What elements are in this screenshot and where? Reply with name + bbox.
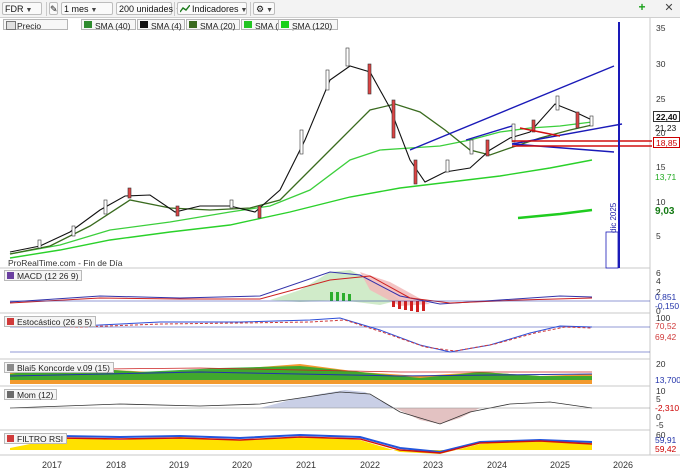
panel-name: Mom (12) bbox=[17, 390, 54, 400]
panel-label-koncorde[interactable]: Blai5 Koncorde v.09 (15) bbox=[4, 362, 114, 373]
time-axis-tick: 2025 bbox=[550, 460, 571, 470]
panel-label-momentum[interactable]: Mom (12) bbox=[4, 389, 58, 400]
time-axis-tick: 2020 bbox=[232, 460, 253, 470]
macd-signal-tag: -0,150 bbox=[655, 301, 680, 311]
support-price-tag: 18,85 bbox=[653, 137, 680, 148]
time-axis-tick: 2024 bbox=[487, 460, 508, 470]
indicator-swatch-icon bbox=[7, 435, 14, 442]
time-axis-tick: 2026 bbox=[613, 460, 634, 470]
momentum-value-tag: -2,310 bbox=[655, 403, 680, 413]
price-axis-tick: 25 bbox=[656, 94, 666, 104]
chart-canvas bbox=[0, 18, 680, 456]
last-price-tag: 22,40 bbox=[653, 111, 680, 122]
price-axis-tick: 30 bbox=[656, 59, 666, 69]
panel-name: FILTRO RSI bbox=[17, 434, 64, 444]
indicator-swatch-icon bbox=[7, 364, 14, 371]
price-axis-tick: 35 bbox=[656, 23, 666, 33]
panel-label-macd[interactable]: MACD (12 26 9) bbox=[4, 270, 83, 281]
panel-name: Estocástico (26 8 5) bbox=[17, 317, 93, 327]
stochastic-k-tag: 70,52 bbox=[655, 321, 677, 331]
price-axis-tick: 15 bbox=[656, 162, 666, 172]
panel-name: Blai5 Koncorde v.09 (15) bbox=[17, 363, 110, 373]
sma120-price-tag: 9,03 bbox=[655, 206, 675, 217]
indicator-swatch-icon bbox=[7, 391, 14, 398]
panel-name: MACD (12 26 9) bbox=[17, 271, 79, 281]
data-source-label: ProRealTime.com - Fin de Día bbox=[8, 258, 123, 268]
macd-axis-tick: 4 bbox=[656, 276, 661, 286]
rsi-signal-tag: 59,42 bbox=[655, 444, 677, 454]
stochastic-d-tag: 69,42 bbox=[655, 332, 677, 342]
koncorde-value-tag: 13,700 bbox=[655, 375, 680, 385]
time-axis-tick: 2018 bbox=[106, 460, 127, 470]
time-axis-tick: 2023 bbox=[423, 460, 444, 470]
panel-label-stochastic[interactable]: Estocástico (26 8 5) bbox=[4, 316, 97, 327]
panel-label-rsi-filter[interactable]: FILTRO RSI bbox=[4, 433, 68, 444]
time-axis-tick: 2021 bbox=[296, 460, 317, 470]
price-axis-tick: 5 bbox=[656, 231, 661, 241]
time-axis-tick: 2017 bbox=[42, 460, 63, 470]
momentum-axis-tick: -5 bbox=[656, 420, 664, 430]
koncorde-axis-tick: 20 bbox=[656, 359, 666, 369]
vertical-marker-label: dic 2025 bbox=[609, 202, 618, 233]
indicator-swatch-icon bbox=[7, 318, 14, 325]
sma-price-tag: 21,23 bbox=[655, 123, 677, 133]
time-axis-tick: 2022 bbox=[360, 460, 381, 470]
indicator-swatch-icon bbox=[7, 272, 14, 279]
sma200-price-tag: 13,71 bbox=[655, 172, 677, 182]
time-axis-tick: 2019 bbox=[169, 460, 190, 470]
